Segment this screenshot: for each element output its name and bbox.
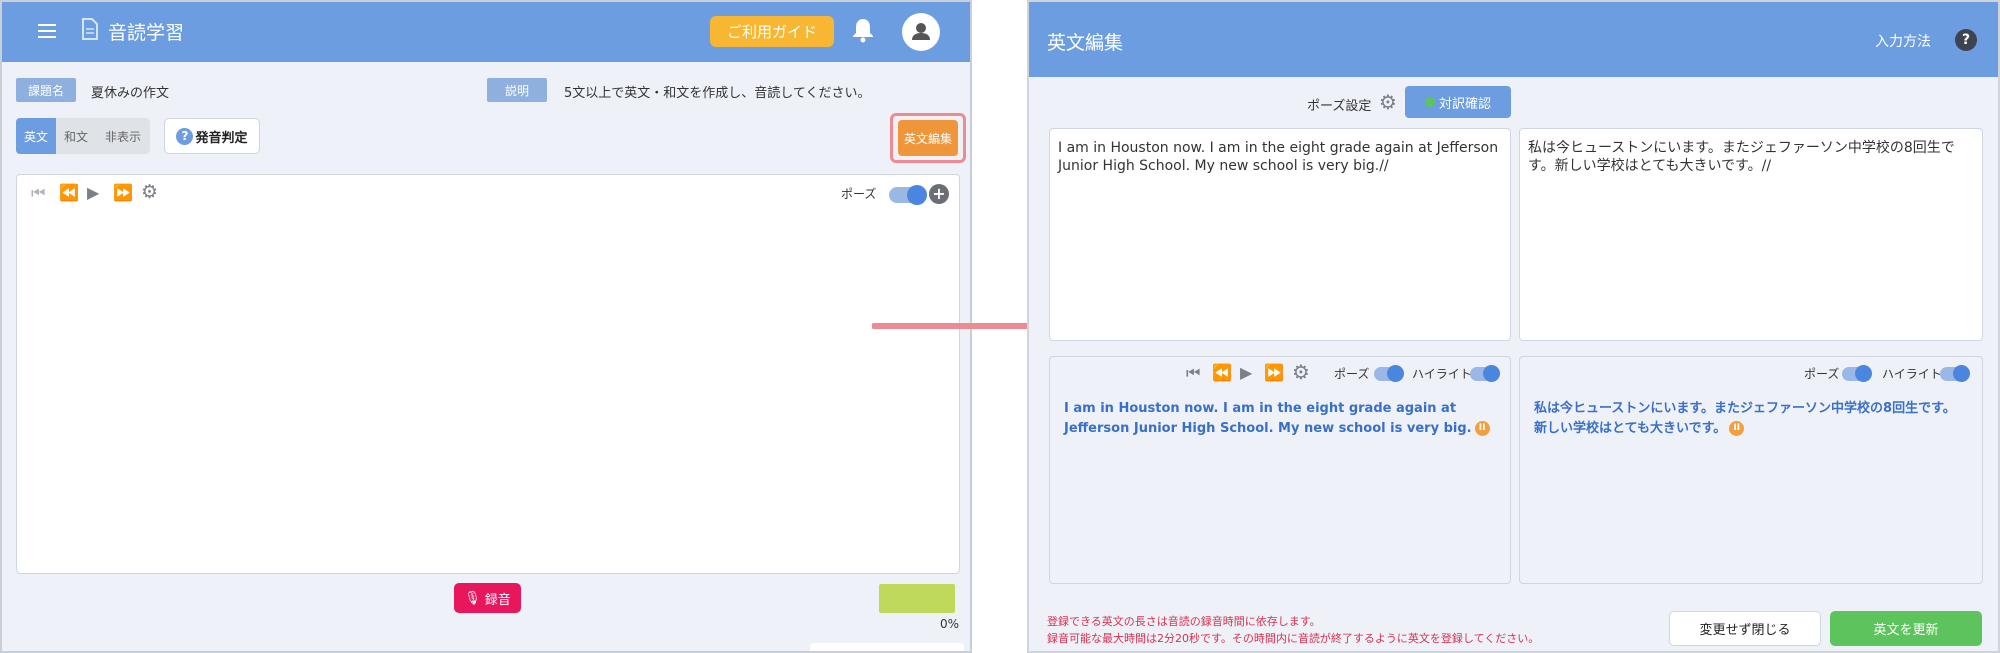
preview-pause-toggle[interactable] xyxy=(1842,365,1872,382)
preview-pause-toggle[interactable] xyxy=(1374,365,1404,382)
assignment-name-label: 課題名 xyxy=(16,78,76,102)
question-circle-icon: ? xyxy=(176,127,194,145)
japanese-preview-sentence: 私は今ヒューストンにいます。またジェファーソン中学校の8回生です。新しい学校はと… xyxy=(1534,401,1956,436)
pause-toggle[interactable] xyxy=(889,185,927,205)
record-button-label: 録音 xyxy=(484,592,511,608)
skip-start-icon[interactable]: ⏮ xyxy=(1186,363,1200,383)
microphone-icon: 🎙 xyxy=(464,590,481,606)
add-circle-icon[interactable]: + xyxy=(929,184,949,204)
hamburger-menu-icon[interactable] xyxy=(38,24,56,38)
play-icon[interactable]: ▶ xyxy=(87,183,99,202)
preview-highlight-toggle[interactable] xyxy=(1470,365,1500,382)
pronunciation-check-button[interactable]: ? 発音判定 xyxy=(164,118,260,154)
user-avatar-icon[interactable] xyxy=(902,13,940,51)
status-dot-icon xyxy=(1424,97,1435,107)
japanese-text-value: 私は今ヒューストンにいます。またジェファーソン中学校の8回生です。新しい学校はと… xyxy=(1528,140,1955,174)
preview-pause-label: ポーズ xyxy=(1804,367,1840,381)
rewind-icon[interactable]: ⏪ xyxy=(59,183,79,202)
reading-area[interactable]: ⏮ ⏪ ▶ ⏩ ⚙ ポーズ + xyxy=(16,174,960,574)
english-text-editor[interactable]: I am in Houston now. I am in the eight g… xyxy=(1049,128,1511,341)
play-icon[interactable]: ▶ xyxy=(1240,363,1252,382)
japanese-preview-panel: ポーズ ハイライト 私は今ヒューストンにいます。またジェファーソン中学校の8回生… xyxy=(1519,356,1983,584)
app-header: 音読学習 ご利用ガイド xyxy=(2,2,970,62)
update-english-button[interactable]: 英文を更新 xyxy=(1830,611,1982,646)
skip-start-icon[interactable]: ⏮ xyxy=(31,183,45,203)
assignment-desc-value: 5文以上で英文・和文を作成し、音読してください。 xyxy=(564,86,871,101)
record-button[interactable]: 🎙 録音 xyxy=(454,583,521,613)
pause-marker-icon[interactable]: II xyxy=(1474,421,1490,436)
progress-bar xyxy=(879,584,955,613)
assignment-desc-label: 説明 xyxy=(487,78,547,102)
japanese-preview-text: 私は今ヒューストンにいます。またジェファーソン中学校の8回生です。新しい学校はと… xyxy=(1534,399,1964,439)
mode-tab-group: 英文 和文 非表示 xyxy=(16,118,150,154)
pause-settings-label: ポーズ設定 xyxy=(1307,99,1372,114)
right-screen: 英文編集 入力方法 ? ポーズ設定 ⚙ 対訳確認 I am in Houston… xyxy=(1027,0,2000,653)
fast-forward-icon[interactable]: ⏩ xyxy=(113,183,133,202)
rewind-icon[interactable]: ⏪ xyxy=(1212,363,1232,382)
fast-forward-icon[interactable]: ⏩ xyxy=(1264,363,1284,382)
app-title: 音読学習 xyxy=(108,22,185,44)
pause-marker-icon[interactable]: II xyxy=(1729,421,1745,436)
close-without-change-button[interactable]: 変更せず閉じる xyxy=(1669,611,1821,646)
english-preview-text: I am in Houston now. I am in the eight g… xyxy=(1064,399,1504,439)
pronunciation-check-label: 発音判定 xyxy=(195,130,248,146)
notice-line-2: 録音可能な最大時間は2分20秒です。その時間内に音読が終了するように英文を登録し… xyxy=(1047,632,1540,645)
japanese-text-editor[interactable]: 私は今ヒューストンにいます。またジェファーソン中学校の8回生です。新しい学校はと… xyxy=(1519,128,1983,341)
edit-dialog-header: 英文編集 入力方法 ? xyxy=(1029,2,1998,77)
english-preview-sentence: I am in Houston now. I am in the eight g… xyxy=(1064,401,1472,436)
document-icon xyxy=(82,18,98,44)
translation-check-button[interactable]: 対訳確認 xyxy=(1405,86,1511,118)
preview-highlight-toggle[interactable] xyxy=(1940,365,1970,382)
left-screen: 音読学習 ご利用ガイド 課題名 夏休みの作文 説明 5文以上で英文・和文を作成し… xyxy=(0,0,972,653)
progress-percent: 0% xyxy=(940,617,960,631)
preview-pause-label: ポーズ xyxy=(1334,367,1370,381)
tab-english[interactable]: 英文 xyxy=(16,118,56,154)
pause-settings-gear-icon[interactable]: ⚙ xyxy=(1379,90,1397,114)
settings-gear-icon[interactable]: ⚙ xyxy=(1292,360,1310,384)
translation-check-label: 対訳確認 xyxy=(1438,96,1491,112)
help-question-icon[interactable]: ? xyxy=(1955,29,1977,51)
assignment-name-value: 夏休みの作文 xyxy=(91,86,170,101)
pause-toggle-label: ポーズ xyxy=(841,187,877,201)
notice-line-1: 登録できる英文の長さは音読の録音時間に依存します。 xyxy=(1047,615,1321,628)
english-preview-panel: ⏮ ⏪ ▶ ⏩ ⚙ ポーズ ハイライト I am in Houston now.… xyxy=(1049,356,1511,584)
bell-icon[interactable] xyxy=(851,17,875,47)
usage-guide-button[interactable]: ご利用ガイド xyxy=(710,16,834,47)
tab-hidden[interactable]: 非表示 xyxy=(96,118,150,154)
english-text-value: I am in Houston now. I am in the eight g… xyxy=(1058,140,1499,174)
input-method-link[interactable]: 入力方法 xyxy=(1875,31,1931,51)
bottom-edge-card xyxy=(810,643,964,651)
settings-gear-icon[interactable]: ⚙ xyxy=(141,181,158,203)
preview-highlight-label: ハイライト xyxy=(1412,367,1472,381)
edit-english-button[interactable]: 英文編集 xyxy=(898,120,958,156)
tab-japanese[interactable]: 和文 xyxy=(56,118,96,154)
edit-dialog-title: 英文編集 xyxy=(1047,32,1124,54)
preview-highlight-label: ハイライト xyxy=(1882,367,1942,381)
